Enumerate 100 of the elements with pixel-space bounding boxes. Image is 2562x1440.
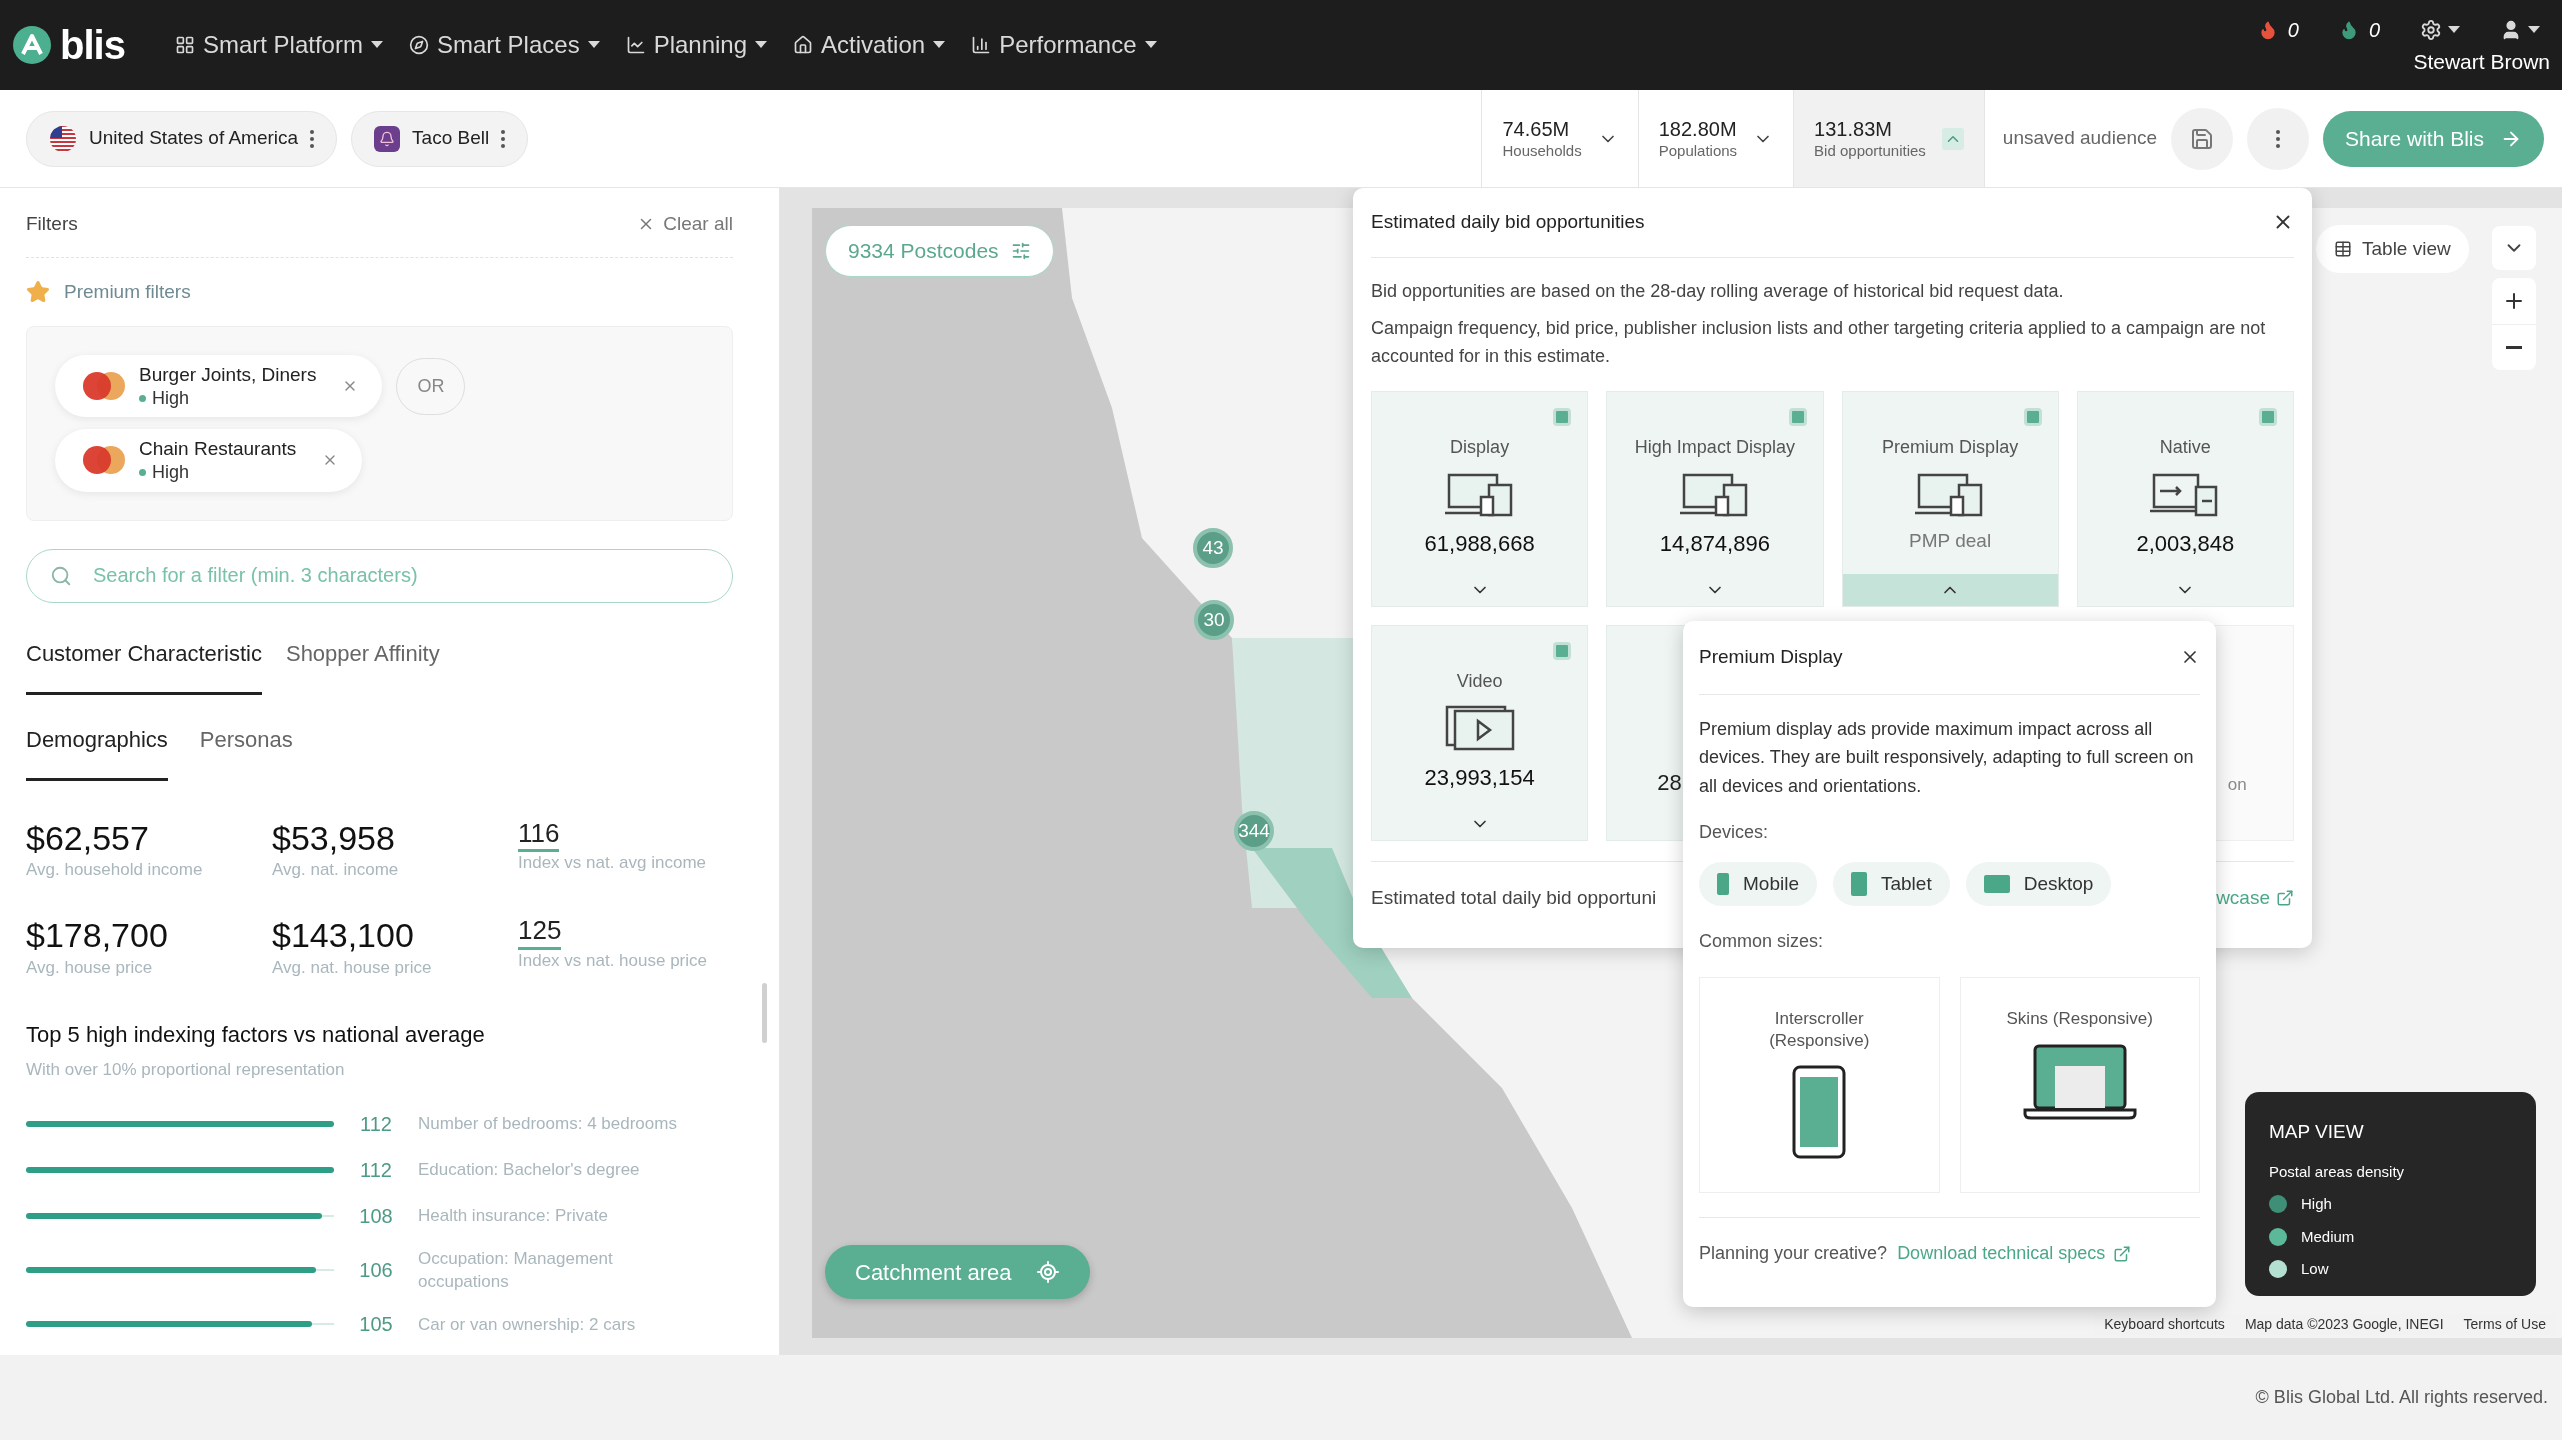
factor-index: 108 [358,1203,394,1229]
checkbox[interactable] [2023,408,2042,427]
save-icon [2190,126,2215,151]
checkbox[interactable] [1553,642,1572,661]
strength-label: High [152,386,190,410]
logo-text: blis [60,25,125,65]
overlap-circles-icon [81,445,127,476]
table-view-button[interactable]: Table view [2316,225,2469,273]
caret-icon [933,41,946,49]
kebab-icon [310,129,315,148]
nav-menu-item[interactable]: Performance [971,27,1157,63]
tab[interactable]: Customer Characteristic [26,636,262,695]
nav-menu-item[interactable]: Planning [625,27,768,63]
caret-icon [2448,25,2460,34]
factor-label: Health insurance: Private [418,1204,609,1227]
legend-label: Low [2301,1259,2329,1279]
bid-count: 23,993,154 [1424,764,1535,793]
sliders-icon [1010,241,1031,261]
bid-count: 2,003,848 [2136,530,2235,559]
factor-index: 112 [359,1157,393,1183]
stat-label: Avg. household income [26,859,204,881]
stat-label: Avg. nat. house price [272,956,433,978]
nav-menu-item[interactable]: Smart Places [408,27,600,63]
sizes-label: Common sizes: [1699,930,1825,954]
index-value: 116 [518,816,560,852]
popup-paragraph: Bid opportunities are based on the 28-day rolling average of historical bid request data. [1371,279,2065,303]
kebab-icon [2276,129,2281,148]
checkbox[interactable] [1788,408,1807,427]
map-options-button[interactable] [2492,226,2536,270]
section-subtitle: With over 10% proportional representation [26,1059,346,1081]
tablet-icon [1851,872,1867,897]
minus-icon [2506,346,2522,349]
house-icon [793,35,814,55]
devices-label: Devices: [1699,820,1770,844]
settings-button[interactable] [2420,18,2460,41]
display-devices-icon [1444,471,1515,518]
ad-size-card: Skins (Responsive) [1959,977,2200,1194]
map-attribution-link[interactable]: Keyboard shortcuts [2104,1314,2225,1335]
stat-value: $143,100 [272,915,415,957]
metric-dropdown[interactable]: 131.83M Bid opportunities [1793,90,1984,187]
filter-chip[interactable]: Chain Restaurants High [55,429,363,492]
subtab[interactable]: Personas [199,722,293,781]
stat-label: Avg. house price [26,956,154,978]
stat-label: Index vs nat. house price [518,949,708,971]
legend-title: MAP VIEW [2269,1120,2365,1144]
checkbox[interactable] [2259,408,2277,427]
clear-all-button[interactable]: Clear all [637,210,733,239]
star-icon [26,279,50,304]
tab[interactable]: Shopper Affinity [285,636,440,695]
card-title: Video [1456,670,1503,694]
card-title: Premium Display [1882,436,2019,460]
stat-label: Index vs nat. avg income [518,852,708,874]
stat-label: Avg. nat. income [272,859,400,881]
flag-icon [49,124,77,153]
popup-title: Premium Display [1699,645,1843,669]
device-chip: Tablet [1833,861,1950,907]
deal-label: PMP deal [1909,529,1992,554]
device-chip: Mobile [1699,861,1817,907]
compass-icon [408,35,429,55]
context-chip[interactable]: United States of America [26,110,338,167]
subtab[interactable]: Demographics [26,722,168,781]
line-chart-icon [625,35,646,55]
mobile-phone-icon [1717,873,1729,896]
scrollbar-thumb [762,983,767,1043]
caret-icon [587,41,600,49]
factor-label: Car or van ownership: 2 cars [418,1313,637,1336]
filter-chip[interactable]: Burger Joints, Diners High [55,355,383,418]
total-label: Estimated total daily bid opportuni [1371,886,1657,911]
card-title: Native [2159,436,2211,460]
settings-icon [2420,18,2442,41]
overlap-circles-icon [81,371,127,402]
nav-menu-item[interactable]: Activation [793,27,946,63]
stat-value: $53,958 [272,817,396,859]
context-chip[interactable]: Taco Bell [351,110,529,167]
chevron-up-icon [1941,127,1964,150]
map-attribution-link[interactable]: Terms of Use [2463,1314,2546,1335]
bid-count: 14,874,896 [1659,530,1770,559]
popup-paragraph: Campaign frequency, bid price, publisher inclusion lists and other targeting criteria applied to a campaign are not accounted for in this estimate. [1371,317,2267,369]
strength-label: High [152,461,190,484]
copyright-text: © Blis Global Ltd. All rights reserved. [2255,1386,2548,1409]
popup-title: Estimated daily bid opportunities [1371,210,1645,234]
factor-index: 106 [358,1257,394,1283]
bar-chart-icon [971,35,992,55]
crosshair-icon [1035,1260,1060,1284]
stat-value: $178,700 [26,915,169,957]
map-attribution-link[interactable]: Map data ©2023 Google, INEGI [2244,1314,2444,1335]
checkbox[interactable] [1553,408,1572,427]
bell-icon [374,125,401,152]
legend-subtitle: Postal areas density [2269,1161,2406,1182]
kebab-icon [501,129,506,148]
caret-icon [370,41,383,49]
bid-count: 61,988,668 [1424,530,1535,559]
user-name: Stewart Brown [2413,48,2550,75]
search-field[interactable]: Search for a filter (min. 3 characters) [26,548,733,603]
filters-title: Filters [26,212,78,236]
nav-menu-item[interactable]: Smart Platform [174,27,383,63]
premium-filters-label: Premium filters [64,279,191,304]
laptop-icon [1983,875,2010,894]
legend-label: High [2301,1194,2332,1214]
ad-size-card: Interscroller (Responsive) [1699,977,1940,1194]
